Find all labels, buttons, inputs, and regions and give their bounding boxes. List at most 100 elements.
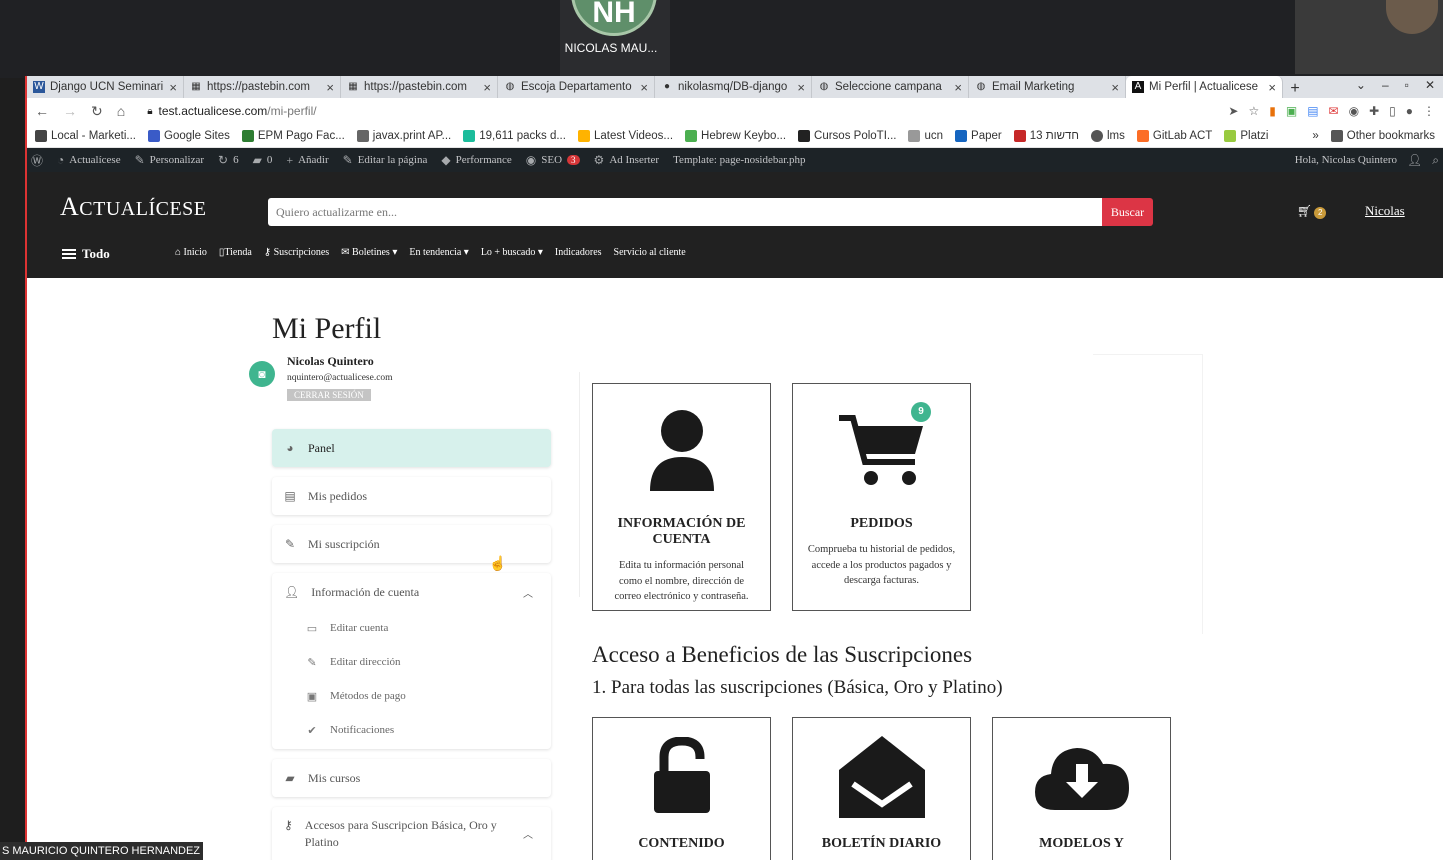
sidebar-item-access[interactable]: ⚷ Accesos para Suscripcion Básica, Oro y … <box>272 807 551 860</box>
wp-performance[interactable]: ◆ Performance <box>441 153 511 168</box>
minimize-icon[interactable]: – <box>1382 78 1389 92</box>
nav-en-tendencia[interactable]: En tendencia ▾ <box>409 247 468 258</box>
bookmark-item[interactable]: Paper <box>955 129 1002 142</box>
wp-updates[interactable]: ↻ 6 <box>218 153 239 168</box>
tab-pastebin-1[interactable]: ▦ https://pastebin.com × <box>184 76 341 98</box>
nav-servicio-cliente[interactable]: Servicio al cliente <box>614 247 686 258</box>
wordpress-logo[interactable]: Ⓦ <box>31 152 43 169</box>
sidepanel-icon[interactable]: ▯ <box>1389 104 1396 118</box>
home-icon[interactable]: ⌂ <box>117 103 125 119</box>
nav-suscripciones[interactable]: ⚷ Suscripciones <box>264 247 329 258</box>
bookmark-item[interactable]: Hebrew Keybo... <box>685 129 786 142</box>
bookmark-item[interactable]: lms <box>1091 129 1125 142</box>
puzzle-icon[interactable]: ✚ <box>1369 104 1379 118</box>
extension-icon[interactable]: ✉ <box>1329 104 1339 118</box>
site-logo[interactable]: ACTUALÍCESE <box>60 192 207 222</box>
sidebar-item-account-info[interactable]: 👤︎ Información de cuenta ︿ <box>272 573 551 611</box>
other-bookmarks[interactable]: Other bookmarks <box>1330 129 1435 142</box>
tab-escoja[interactable]: ◍ Escoja Departamento × <box>498 76 655 98</box>
nav-tienda[interactable]: ▯Tienda <box>219 247 252 258</box>
close-icon[interactable]: × <box>483 80 491 95</box>
wp-comments[interactable]: ▰ 0 <box>253 153 273 168</box>
close-icon[interactable]: × <box>1111 80 1119 95</box>
close-icon[interactable]: × <box>954 80 962 95</box>
bookmark-item[interactable]: javax.print AP... <box>356 129 451 142</box>
camera-icon[interactable]: ◙ <box>249 361 275 387</box>
all-categories-menu[interactable]: Todo <box>62 246 110 262</box>
nav-inicio[interactable]: ⌂ Inicio <box>175 247 207 258</box>
nav-lo-mas-buscado[interactable]: Lo + buscado ▾ <box>481 247 543 258</box>
card-benefit-content[interactable]: CONTENIDO <box>592 717 771 860</box>
wp-customize[interactable]: ✎ Personalizar <box>135 153 204 168</box>
wp-account[interactable]: Hola, Nicolas Quintero 👤︎ ⌕ <box>1295 153 1439 168</box>
user-account-link[interactable]: Nicolas <box>1365 203 1405 219</box>
tab-django[interactable]: W Django UCN Seminari × <box>27 76 184 98</box>
tab-github[interactable]: ● nikolasmq/DB-django × <box>655 76 812 98</box>
wp-add-new[interactable]: + Añadir <box>286 153 328 168</box>
wp-site-link[interactable]: ◔ Actualícese <box>57 153 121 168</box>
close-icon[interactable]: × <box>169 80 177 95</box>
bookmark-item[interactable]: Latest Videos... <box>577 129 673 142</box>
profile-avatar[interactable]: ● <box>1406 104 1413 118</box>
send-icon[interactable]: ➤ <box>1228 104 1238 118</box>
bookmark-item[interactable]: Platzi <box>1224 129 1268 142</box>
nav-boletines[interactable]: ✉ Boletines ▾ <box>341 247 397 258</box>
sidebar-subitem-edit-address[interactable]: ✎ Editar dirección <box>272 645 551 679</box>
tab-mi-perfil[interactable]: A Mi Perfil | Actualicese × <box>1126 76 1283 98</box>
close-icon[interactable]: × <box>326 80 334 95</box>
browser-toolbar: ← → ↻ ⌂ 🔒︎ test.actualicese.com/mi-perfi… <box>27 98 1443 124</box>
card-benefit-models[interactable]: MODELOS Y <box>992 717 1171 860</box>
star-icon[interactable]: ☆ <box>1248 104 1259 118</box>
bookmark-item[interactable]: Google Sites <box>148 129 230 142</box>
pencil-icon: ✎ <box>284 536 296 551</box>
forward-icon[interactable]: → <box>63 103 77 119</box>
bookmark-item[interactable]: Local - Marketi... <box>35 129 136 142</box>
close-icon[interactable]: × <box>1268 80 1276 95</box>
extension-icon[interactable]: ▮ <box>1269 104 1276 118</box>
search-icon[interactable]: ⌕ <box>1432 153 1439 168</box>
sidebar-subitem-notifications[interactable]: ✔ Notificaciones <box>272 713 551 747</box>
restore-icon[interactable]: ▫ <box>1405 78 1409 92</box>
bookmark-item[interactable]: GitLab ACT <box>1136 129 1212 142</box>
sidebar-subitem-edit-account[interactable]: ▭ Editar cuenta <box>272 611 551 645</box>
wp-edit-page[interactable]: ✎ Editar la página <box>343 153 428 168</box>
translate-icon[interactable]: ▤ <box>1307 104 1318 118</box>
sidebar-item-panel[interactable]: ◕ Panel <box>272 429 551 467</box>
close-icon[interactable]: × <box>640 80 648 95</box>
extension-icon[interactable]: ▣ <box>1286 104 1297 118</box>
more-bookmarks[interactable]: » <box>1312 130 1318 142</box>
bookmark-item[interactable]: EPM Pago Fac... <box>241 129 345 142</box>
sidebar-item-orders[interactable]: ▤ Mis pedidos <box>272 477 551 515</box>
platzi-icon <box>1224 129 1237 142</box>
wp-ad-inserter[interactable]: ⚙ Ad Inserter <box>594 153 660 168</box>
tab-pastebin-2[interactable]: ▦ https://pastebin.com × <box>341 76 498 98</box>
card-benefit-newsletter[interactable]: BOLETÍN DIARIO <box>792 717 971 860</box>
back-icon[interactable]: ← <box>35 103 49 119</box>
reload-icon[interactable]: ↻ <box>91 103 103 120</box>
tab-campana[interactable]: ◍ Seleccione campana × <box>812 76 969 98</box>
sidebar-item-courses[interactable]: ▰ Mis cursos <box>272 759 551 797</box>
bookmark-item[interactable]: 13 חדשות <box>1013 129 1079 142</box>
logout-button[interactable]: CERRAR SESIÓN <box>287 389 371 401</box>
sidebar-item-subscription[interactable]: ✎ Mi suscripción <box>272 525 551 563</box>
extension-icon[interactable]: ◉ <box>1349 104 1359 118</box>
card-account-info[interactable]: INFORMACIÓN DE CUENTA Edita tu informaci… <box>592 383 771 611</box>
panel-border <box>1093 354 1203 355</box>
bookmark-item[interactable]: Cursos PoloTI... <box>798 129 896 142</box>
search-button[interactable]: Buscar <box>1102 198 1153 226</box>
nav-indicadores[interactable]: Indicadores <box>555 247 602 258</box>
card-orders[interactable]: 9 PEDIDOS Comprueba tu historial de pedi… <box>792 383 971 611</box>
search-input[interactable]: Quiero actualizarme en... <box>268 198 1102 226</box>
sidebar-subitem-payment-methods[interactable]: ▣ Métodos de pago <box>272 679 551 713</box>
close-window-icon[interactable]: ✕ <box>1425 78 1435 92</box>
menu-icon[interactable]: ⋮ <box>1423 104 1435 118</box>
chevron-down-icon[interactable]: ⌄ <box>1356 78 1366 92</box>
tab-email-marketing[interactable]: ◍ Email Marketing × <box>969 76 1126 98</box>
new-tab-button[interactable]: + <box>1283 80 1307 98</box>
close-icon[interactable]: × <box>797 80 805 95</box>
bookmark-item[interactable]: ucn <box>908 129 943 142</box>
wp-seo[interactable]: ◉ SEO 3 <box>526 153 580 168</box>
bookmark-item[interactable]: 19,611 packs d... <box>463 129 566 142</box>
address-bar[interactable]: 🔒︎ test.actualicese.com/mi-perfil/ <box>139 100 1215 122</box>
cart-button[interactable]: 🛒︎ 2 <box>1297 204 1327 219</box>
